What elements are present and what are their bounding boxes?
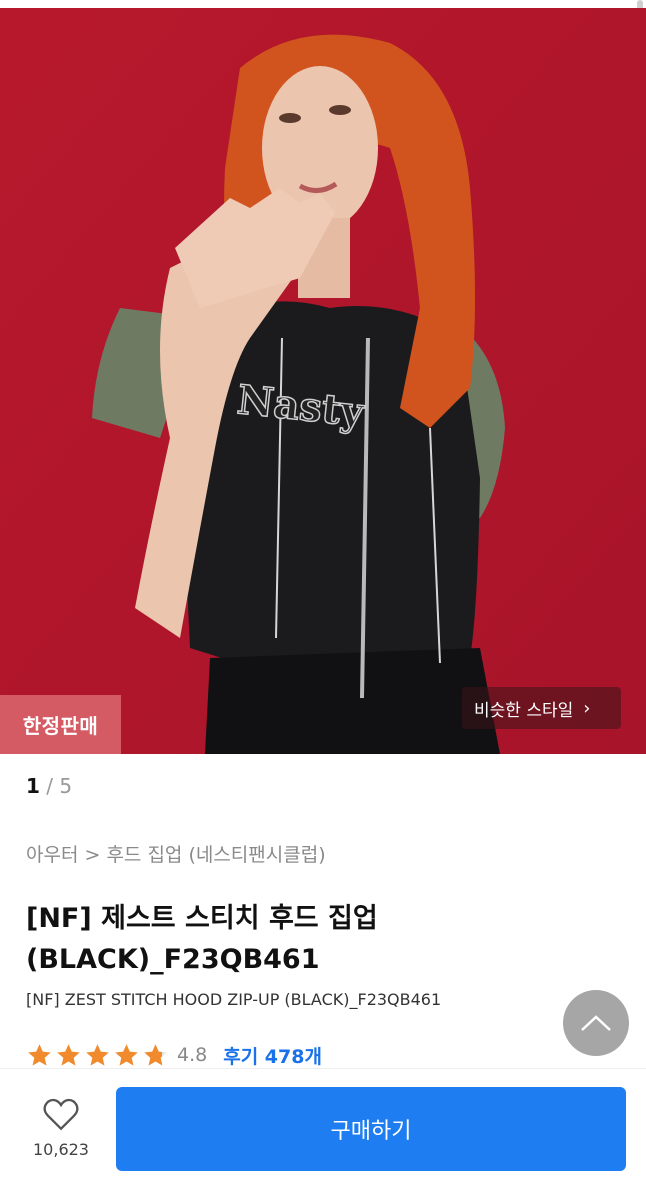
rating-score: 4.8 [177,1044,208,1066]
breadcrumb[interactable]: 아우터 > 후드 집업 (네스티팬시클럽) [26,840,326,867]
rating-row[interactable]: 4.8 후기 478개 [26,1040,322,1070]
similar-style-button[interactable]: 비슷한 스타일 › [462,687,621,729]
star-rating [26,1042,169,1069]
status-bar [0,0,646,8]
like-count: 10,623 [33,1140,89,1159]
image-pager: 1 / 5 [26,774,72,798]
product-photo: Nasty [0,8,646,754]
scroll-to-top-button[interactable] [563,990,629,1056]
similar-style-label: 비슷한 스타일 [474,700,574,721]
product-title: [NF] 제스트 스티치 후드 집업 (BLACK)_F23QB461 [26,903,378,975]
pager-total: 5 [59,774,73,798]
review-count-link[interactable]: 후기 478개 [223,1042,322,1069]
product-subtitle: [NF] ZEST STITCH HOOD ZIP-UP (BLACK)_F23… [26,990,442,1009]
star-half-icon [144,1043,167,1066]
star-icon [115,1043,138,1066]
limited-edition-badge: 한정판매 [0,695,121,754]
chevron-right-icon: › [583,697,591,719]
arrow-up-icon [581,1015,611,1031]
product-image[interactable]: Nasty [0,8,646,754]
star-icon [86,1043,109,1066]
like-button[interactable]: 10,623 [30,1096,92,1159]
buy-button[interactable]: 구매하기 [116,1087,626,1171]
star-icon [28,1043,51,1066]
pager-separator: / [39,774,60,798]
star-icon [57,1043,80,1066]
pager-current: 1 [26,774,40,798]
heart-icon [43,1098,79,1131]
